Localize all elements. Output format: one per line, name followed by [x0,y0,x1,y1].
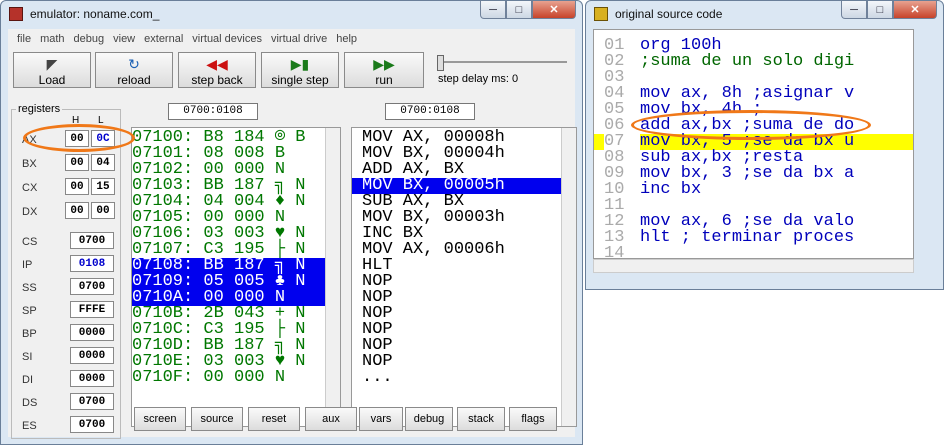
source-line[interactable]: 14 [594,245,913,258]
emulator-app-icon [9,7,23,21]
reg-sp-value[interactable]: FFFE [70,301,114,318]
flags-button[interactable]: flags [509,407,557,431]
close-icon[interactable]: ✕ [532,1,576,19]
memory-scrollbar[interactable] [325,128,340,426]
source-window: original source code ─ □ ✕ 01 org 100h 02… [585,0,944,290]
disassembly-address-field[interactable]: 0700:0108 [385,103,475,120]
reg-dx-low[interactable]: 00 [91,202,115,219]
reg-bp-value[interactable]: 0000 [70,324,114,341]
step-back-button[interactable]: ◀◀ step back [178,52,256,88]
step-back-label: step back [191,73,243,87]
annotation-circle-ax [23,124,135,152]
emulator-window: emulator: noname.com_ ─ □ ✕ file math de… [0,0,583,445]
load-label: Load [38,73,66,87]
reg-cx-high[interactable]: 00 [65,178,89,195]
reg-es-value[interactable]: 0700 [70,416,114,433]
stack-button[interactable]: stack [457,407,505,431]
single-step-icon: ▶▮ [290,56,310,72]
disassembly-scrollbar[interactable] [561,128,576,426]
aux-button[interactable]: aux [305,407,357,431]
minimize-icon[interactable]: ─ [480,1,506,19]
source-line[interactable]: 10 inc bx [594,181,913,198]
reg-ip-label: IP [22,259,33,271]
load-icon: ◤ [46,56,58,72]
source-button[interactable]: source [191,407,243,431]
close-icon[interactable]: ✕ [893,1,937,19]
reg-cs-value[interactable]: 0700 [70,232,114,249]
reload-label: reload [117,73,151,87]
source-app-icon [594,7,608,21]
reg-ss-value[interactable]: 0700 [70,278,114,295]
memory-row[interactable]: 0710F: 00 000 N [132,369,340,386]
step-delay-slider[interactable] [433,53,571,71]
source-window-controls: ─ □ ✕ [841,1,937,19]
menu-external[interactable]: external [144,33,183,45]
run-button[interactable]: ▶▶ run [344,52,424,88]
reg-dx-high[interactable]: 00 [65,202,89,219]
maximize-icon[interactable]: □ [506,1,532,19]
menu-file[interactable]: file [17,33,31,45]
menu-virtual-devices[interactable]: virtual devices [192,33,262,45]
emulator-menubar: file math debug view external virtual de… [8,29,575,49]
registers-panel: registers H L AX 00 0C BX 00 04 CX 00 15… [11,103,121,439]
disasm-row[interactable]: ... [352,369,576,386]
disassembly-pane[interactable]: MOV AX, 00008h MOV BX, 00004h ADD AX, BX… [351,127,577,427]
load-button[interactable]: ◤ Load [13,52,91,88]
reg-si-label: SI [22,351,33,363]
memory-pane[interactable]: 07100: B8 184 ⌾ B 07101: 08 008 B 07102:… [131,127,341,427]
menu-virtual-drive[interactable]: virtual drive [271,33,327,45]
source-line[interactable]: 02 ;suma de un solo digi [594,53,913,70]
reg-bx-low[interactable]: 04 [91,154,115,171]
reg-di-value[interactable]: 0000 [70,370,114,387]
reg-cx-low[interactable]: 15 [91,178,115,195]
reg-bx-high[interactable]: 00 [65,154,89,171]
menu-math[interactable]: math [40,33,64,45]
reg-si-value[interactable]: 0000 [70,347,114,364]
reg-sp-label: SP [22,305,37,317]
source-editor[interactable]: 01 org 100h 02 ;suma de un solo digi 03 04… [593,29,914,259]
reg-bx-label: BX [22,158,37,170]
menu-view[interactable]: view [113,33,135,45]
reload-icon: ↻ [128,56,140,72]
source-title: original source code [615,7,723,21]
reg-ds-label: DS [22,397,38,409]
slider-thumb[interactable] [437,55,444,71]
memory-address-field[interactable]: 0700:0108 [168,103,258,120]
single-step-button[interactable]: ▶▮ single step [261,52,339,88]
slider-track [437,61,567,63]
reg-ds-value[interactable]: 0700 [70,393,114,410]
maximize-icon[interactable]: □ [867,1,893,19]
reg-es-label: ES [22,420,37,432]
reg-cx-label: CX [22,182,38,194]
step-delay-label: step delay ms: 0 [438,73,519,85]
reg-cs-label: CS [22,236,38,248]
run-icon: ▶▶ [373,56,395,72]
menu-debug[interactable]: debug [74,33,105,45]
debug-button[interactable]: debug [405,407,453,431]
single-step-label: single step [271,73,329,87]
registers-label: registers [16,103,63,115]
emulator-window-controls: ─ □ ✕ [480,1,576,19]
reg-ip-value[interactable]: 0108 [70,255,114,272]
vars-button[interactable]: vars [359,407,403,431]
emulator-title: emulator: noname.com_ [30,7,160,21]
source-scrollbar[interactable] [593,259,914,273]
source-line[interactable]: 13 hlt ; terminar proces [594,229,913,246]
annotation-circle-add-line [631,110,871,140]
minimize-icon[interactable]: ─ [841,1,867,19]
run-label: run [375,73,393,87]
reset-button[interactable]: reset [248,407,300,431]
emulator-client: file math debug view external virtual de… [8,29,577,439]
reg-ss-label: SS [22,282,37,294]
reg-dx-label: DX [22,206,38,218]
reg-bp-label: BP [22,328,37,340]
menu-help[interactable]: help [336,33,357,45]
reg-di-label: DI [22,374,33,386]
reload-button[interactable]: ↻ reload [95,52,173,88]
step-back-icon: ◀◀ [206,56,228,72]
screen-button[interactable]: screen [134,407,186,431]
